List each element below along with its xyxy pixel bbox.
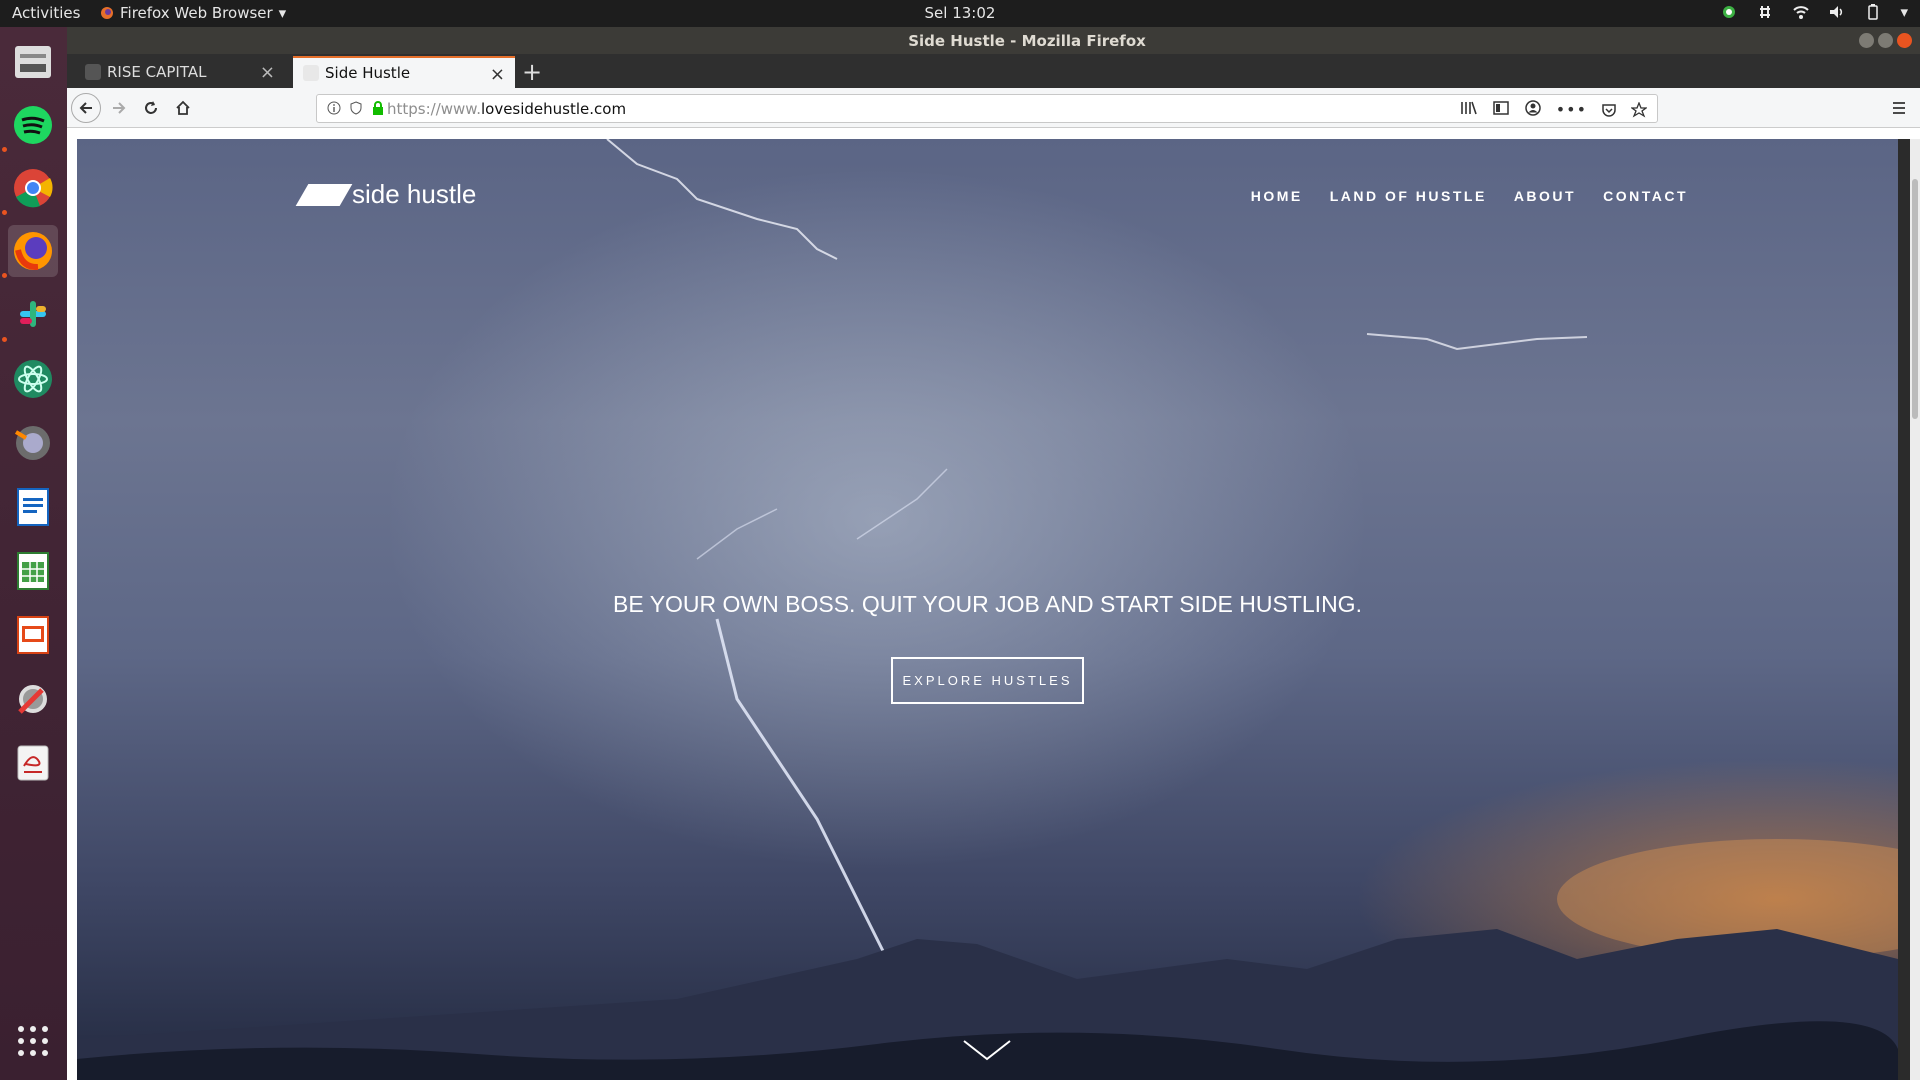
volume-icon[interactable] [1828,3,1846,21]
explore-hustles-button[interactable]: EXPLORE HUSTLES [891,657,1084,704]
navigation-toolbar: https://www.lovesidehustle.com ••• [67,88,1920,128]
tracking-shield-icon[interactable] [349,101,363,115]
reload-button[interactable] [137,94,165,122]
minimize-button[interactable] [1859,33,1874,48]
clock[interactable]: Sel 13:02 [925,4,996,22]
firefox-dock-icon[interactable] [8,225,58,277]
forward-button[interactable] [105,94,133,122]
chrome-icon[interactable] [8,162,58,214]
scroll-down-chevron-icon[interactable] [962,1039,1012,1063]
writer-icon[interactable] [8,481,58,533]
close-tab-icon[interactable]: × [490,64,505,85]
app-menu[interactable]: Firefox Web Browser ▾ [100,4,286,22]
tab-label: RISE CAPITAL [107,63,207,81]
impress-icon[interactable] [8,609,58,661]
dock [0,27,67,1080]
nav-about-link[interactable]: ABOUT [1514,188,1576,204]
nav-land-of-hustle-link[interactable]: LAND OF HUSTLE [1330,188,1487,204]
status-circle-icon[interactable] [1720,3,1738,21]
home-icon [176,100,190,115]
favicon-icon [303,65,319,81]
back-button[interactable] [71,93,101,123]
close-tab-icon[interactable]: × [260,62,275,83]
star-icon[interactable] [1631,101,1647,118]
show-applications-icon[interactable] [8,1015,58,1067]
document-viewer-icon[interactable] [8,737,58,789]
arrow-right-icon [113,102,126,114]
calc-icon[interactable] [8,545,58,597]
window-title: Side Hustle - Mozilla Firefox [908,32,1146,50]
page-actions-icon[interactable]: ••• [1556,100,1587,119]
pocket-icon[interactable] [1601,102,1617,118]
account-icon [1525,100,1541,116]
settings-icon[interactable] [8,673,58,725]
account-button[interactable] [1519,94,1547,122]
page-viewport: side hustle HOME LAND OF HUSTLE ABOUT CO… [77,139,1898,1080]
page-scrollbar[interactable] [1910,139,1920,1080]
close-window-button[interactable] [1897,33,1912,48]
page-left-margin [67,128,77,1080]
favicon-icon [85,64,101,80]
page-top-margin [67,128,1920,139]
spotify-icon[interactable] [8,99,58,151]
gimp-icon[interactable] [8,417,58,469]
window-title-bar: Side Hustle - Mozilla Firefox [67,27,1920,54]
reload-icon [145,101,157,114]
slack-icon[interactable] [8,289,58,341]
site-navigation: HOME LAND OF HUSTLE ABOUT CONTACT [1251,188,1688,204]
logo-text: side hustle [352,179,477,209]
sidebar-button[interactable] [1487,94,1515,122]
menu-button[interactable] [1885,94,1913,122]
library-button[interactable] [1455,94,1483,122]
info-icon[interactable] [327,101,341,115]
slack-tray-icon[interactable] [1756,3,1774,21]
scrollbar-thumb[interactable] [1912,179,1918,419]
arrow-left-icon [79,102,92,114]
tab-bar: RISE CAPITAL × Side Hustle × + [67,54,1920,88]
hero-headline: BE YOUR OWN BOSS. QUIT YOUR JOB AND STAR… [613,591,1362,617]
wifi-icon[interactable] [1792,3,1810,21]
app-menu-label: Firefox Web Browser [120,4,273,22]
url-domain: lovesidehustle.com [480,100,627,118]
home-button[interactable] [169,94,197,122]
files-icon[interactable] [8,35,58,87]
site-logo[interactable]: side hustle [295,179,477,210]
hamburger-icon [1893,102,1905,114]
logo-mark-icon [295,183,353,206]
url-prefix: https://www. [387,100,481,118]
activities-button[interactable]: Activities [12,4,80,22]
chevron-down-icon: ▾ [278,4,287,22]
maximize-button[interactable] [1878,33,1893,48]
system-menu-chevron-icon[interactable]: ▾ [1900,3,1908,21]
url-text[interactable]: https://www.lovesidehustle.com [387,100,626,118]
nav-home-link[interactable]: HOME [1251,188,1303,204]
lock-icon[interactable] [371,101,385,115]
library-icon [1461,101,1477,115]
gnome-top-bar: Activities Firefox Web Browser ▾ Sel 13:… [0,0,1920,27]
new-tab-button[interactable]: + [522,58,542,86]
tab-rise-capital[interactable]: RISE CAPITAL × [75,56,285,88]
firefox-icon [101,7,113,19]
battery-icon[interactable] [1864,3,1882,21]
atom-icon[interactable] [8,353,58,405]
tab-label: Side Hustle [325,64,411,82]
tab-side-hustle[interactable]: Side Hustle × [293,56,515,88]
sidebar-icon [1493,101,1509,115]
nav-contact-link[interactable]: CONTACT [1603,188,1688,204]
